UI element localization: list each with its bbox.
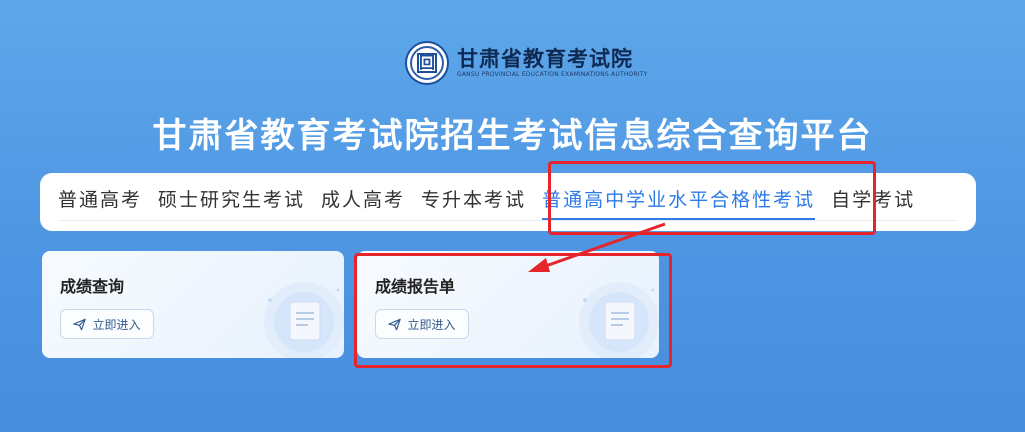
send-icon [73, 318, 87, 330]
logo-subtitle: GANSU PROVINCIAL EDUCATION EXAMINATIONS … [457, 71, 648, 78]
document-illustration-icon [579, 282, 659, 358]
enter-button[interactable]: 立即进入 [375, 309, 469, 339]
site-logo[interactable]: 回 甘肃省教育考试院 GANSU PROVINCIAL EDUCATION EX… [405, 40, 648, 86]
tab-graduate-exam[interactable]: 硕士研究生考试 [158, 173, 305, 231]
document-illustration-icon [264, 282, 344, 358]
logo-text: 甘肃省教育考试院 GANSU PROVINCIAL EDUCATION EXAM… [457, 47, 648, 79]
score-query-card[interactable]: 成绩查询 立即进入 [42, 251, 344, 358]
logo-name: 甘肃省教育考试院 [457, 47, 633, 71]
tab-gaokao[interactable]: 普通高考 [58, 173, 142, 231]
card-title: 成绩报告单 [375, 277, 456, 296]
tabs-track: 普通高考 硕士研究生考试 成人高考 专升本考试 普通高中学业水平合格性考试 自学… [58, 173, 915, 231]
score-report-card[interactable]: 成绩报告单 立即进入 [357, 251, 659, 358]
page-title: 甘肃省教育考试院招生考试信息综合查询平台 [152, 116, 873, 156]
enter-button[interactable]: 立即进入 [60, 309, 154, 339]
tab-zhuanshengben[interactable]: 专升本考试 [421, 173, 526, 231]
send-icon [388, 318, 402, 330]
enter-button-label: 立即进入 [92, 317, 141, 332]
card-title: 成绩查询 [60, 277, 125, 296]
exam-category-tabs: 普通高考 硕士研究生考试 成人高考 专升本考试 普通高中学业水平合格性考试 自学… [40, 173, 976, 231]
enter-button-label: 立即进入 [407, 317, 456, 332]
emblem-glyph: 回 [417, 53, 437, 73]
tabs-viewport: 普通高考 硕士研究生考试 成人高考 专升本考试 普通高中学业水平合格性考试 自学… [40, 173, 956, 231]
tab-academic-proficiency[interactable]: 普通高中学业水平合格性考试 [542, 173, 816, 231]
emblem-icon: 回 [405, 41, 449, 85]
tab-adult-exam[interactable]: 成人高考 [321, 173, 405, 231]
tab-self-study-exam[interactable]: 自学考试 [831, 173, 915, 231]
